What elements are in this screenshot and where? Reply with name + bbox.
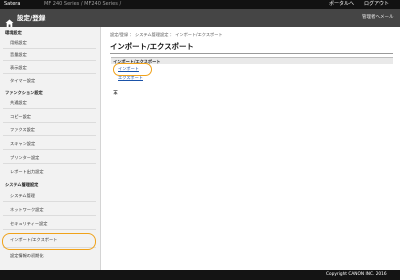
sidebar-item-security[interactable]: セキュリティー設定	[10, 221, 47, 227]
copyright: Copyright CANON INC. 2016	[326, 272, 387, 277]
mail-admin-link[interactable]: 管理者へメール	[362, 9, 394, 27]
brand-label: Satera	[4, 1, 21, 7]
sidebar-item-printer[interactable]: プリンター設定	[10, 155, 39, 161]
divider	[3, 60, 96, 61]
panel-header: インポート/エクスポート	[111, 57, 393, 64]
sidebar-item-scan[interactable]: スキャン設定	[10, 141, 35, 147]
divider	[3, 135, 96, 136]
sidebar-item-system-management[interactable]: システム管理	[10, 193, 35, 199]
logout-link[interactable]: ログアウト	[364, 0, 389, 9]
title-bar: 設定/登録 管理者へメール	[0, 9, 400, 28]
divider	[3, 48, 96, 49]
sidebar-item-copy[interactable]: コピー設定	[10, 114, 31, 120]
sidebar-item-fax[interactable]: ファクス設定	[10, 127, 35, 133]
sidebar-item-common[interactable]: 共通設定	[10, 100, 27, 106]
sidebar-item-paper[interactable]: 用紙設定	[10, 40, 27, 46]
sidebar-item-volume[interactable]: 音量設定	[10, 52, 27, 58]
sidebar-section-function[interactable]: ファンクション設定	[5, 90, 43, 96]
page-top-icon[interactable]	[113, 90, 118, 97]
divider	[3, 108, 96, 109]
sidebar-item-timer[interactable]: タイマー設定	[10, 78, 35, 84]
sidebar-item-display[interactable]: 表示設定	[10, 65, 27, 71]
divider	[3, 73, 96, 74]
portal-link[interactable]: ポータルへ	[329, 0, 354, 9]
sidebar-item-report[interactable]: レポート出力設定	[10, 169, 44, 175]
divider	[3, 229, 96, 230]
sidebar-item-initialize[interactable]: 設定情報の初期化	[10, 253, 44, 259]
sidebar-section-system[interactable]: システム管理設定	[5, 182, 38, 188]
highlight-ring-import	[113, 63, 152, 76]
breadcrumb[interactable]: 設定/登録 ： システム管理設定 ： インポート/エクスポート	[110, 32, 223, 38]
divider	[3, 163, 96, 164]
device-name: MF 240 Series / MF240 Series /	[44, 1, 122, 7]
divider	[3, 122, 96, 123]
divider	[3, 201, 96, 202]
page-title: インポート/エクスポート	[110, 42, 194, 51]
sidebar-section-preferences[interactable]: 環境設定	[5, 30, 22, 36]
title-divider	[110, 53, 393, 54]
divider	[3, 215, 96, 216]
footer: Copyright CANON INC. 2016	[0, 270, 400, 280]
home-icon[interactable]	[5, 13, 14, 28]
highlight-ring-sidebar	[2, 233, 96, 250]
top-bar: Satera MF 240 Series / MF240 Series / ポー…	[0, 0, 400, 9]
sidebar-item-network[interactable]: ネットワーク設定	[10, 207, 44, 213]
page-header-title: 設定/登録	[17, 14, 46, 22]
divider	[3, 149, 96, 150]
